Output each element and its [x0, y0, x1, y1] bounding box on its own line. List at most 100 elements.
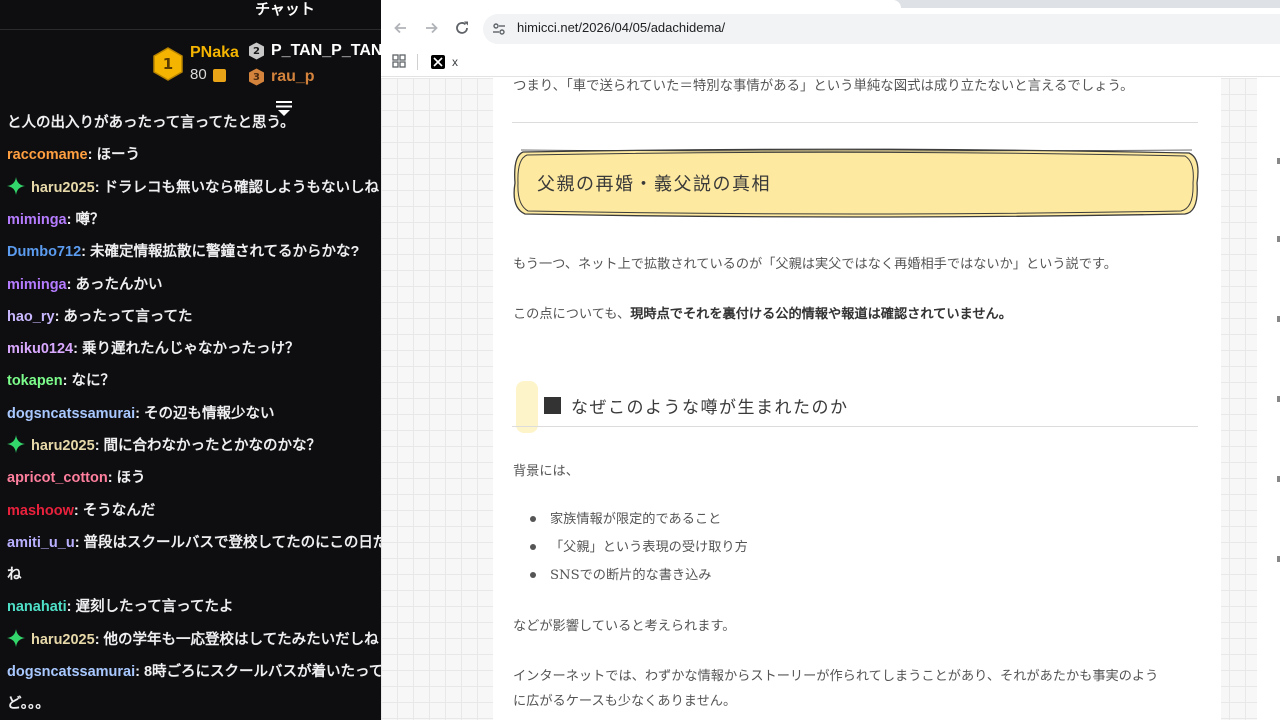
- chat-message-text: : 8時ごろにスクールバスが着いたって聞: [135, 664, 381, 680]
- chat-message: dogsncatssamurai: 8時ごろにスクールバスが着いたって聞: [7, 661, 381, 683]
- section-divider: [512, 122, 1198, 123]
- rank-3-badge-icon: 3: [248, 68, 265, 86]
- paragraph: 背景には、: [513, 464, 579, 479]
- paragraph-bold: 現時点でそれを裏付ける公的情報や報道は確認されていません。: [630, 307, 1012, 322]
- chat-message: mashoow: そうなんだ: [7, 500, 381, 522]
- leaderboard-second-name[interactable]: P_TAN_P_TAN: [271, 42, 381, 60]
- chat-message: apricot_cotton: ほう: [7, 467, 381, 489]
- rank-3-number: 3: [253, 71, 260, 83]
- chat-message-text: : 噂？: [66, 212, 105, 228]
- chat-message-text: : 遅刻したって言ってたよ: [66, 599, 234, 615]
- rank-2-number: 2: [253, 45, 260, 57]
- chat-message: tokapen: なに？: [7, 370, 381, 392]
- chat-username[interactable]: haru2025: [31, 438, 95, 454]
- page-viewport[interactable]: つまり、「車で送られていた＝特別な事情がある」という単純な図式は成り立たないと言…: [381, 78, 1280, 720]
- chat-message: nanahati: 遅刻したって言ってたよ: [7, 596, 381, 618]
- bookmarks-divider: [417, 54, 418, 70]
- chat-message-text: : ほう: [107, 470, 146, 486]
- chat-panel: チャット 1 PNaka 80 2 P_TAN_P_TAN 3 rau_p と人…: [0, 0, 381, 720]
- chat-username[interactable]: dogsncatssamurai: [7, 664, 135, 680]
- chat-message: haru2025: ドラレコも無いなら確認しようもないしね: [7, 177, 381, 199]
- address-toolbar: himicci.net/2026/04/05/adachidema/: [381, 0, 1280, 47]
- sparkle-badge-icon: [7, 435, 25, 453]
- section-heading: 父親の再婚・義父説の真相: [537, 174, 771, 195]
- chat-message: miminga: 噂？: [7, 209, 381, 231]
- article-content: つまり、「車で送られていた＝特別な事情がある」という単純な図式は成り立たないと言…: [493, 78, 1221, 720]
- paragraph-line-1: インターネットでは、わずかな情報からストーリーが作られてしまうことがあり、それが…: [513, 669, 1159, 684]
- chat-message: と人の出入りがあったって言ってたと思う。: [7, 112, 381, 134]
- leaderboard-first-score: 80: [190, 66, 207, 83]
- chat-message-text: : その辺も情報少ない: [135, 406, 275, 422]
- chat-message: haru2025: 間に合わなかったとかなのかな？: [7, 435, 381, 457]
- chat-message-text: : あったって言ってた: [54, 309, 193, 325]
- rank-2-badge-icon: 2: [248, 42, 265, 60]
- forward-arrow-icon[interactable]: [421, 18, 441, 38]
- chat-message-text: : なに？: [62, 373, 115, 389]
- x-logo-icon: [431, 55, 445, 69]
- chat-message-text: : 未確定情報拡散に警鐘されてるからかな?: [81, 244, 360, 260]
- chat-message: Dumbo712: 未確定情報拡散に警鐘されてるからかな?: [7, 241, 381, 263]
- right-sidebar-rail: [1257, 78, 1280, 720]
- chat-message: haru2025: 他の学年も一応登校はしてたみたいだしね: [7, 629, 381, 651]
- square-bullet-icon: [544, 397, 561, 414]
- url-text[interactable]: himicci.net/2026/04/05/adachidema/: [517, 20, 725, 35]
- chat-username[interactable]: apricot_cotton: [7, 470, 108, 486]
- chat-message-text: : 普段はスクールバスで登校してたのにこの日だけ: [74, 535, 381, 551]
- chat-message-text: : ドラレコも無いなら確認しようもないしね: [94, 180, 380, 196]
- chat-message-text: : 乗り遅れたんじゃなかったっけ？: [73, 341, 300, 357]
- site-info-icon[interactable]: [491, 21, 507, 37]
- chat-username[interactable]: haru2025: [31, 180, 95, 196]
- sparkle-badge-icon: [7, 629, 25, 647]
- subheading: なぜこのような噂が生まれたのか: [571, 398, 849, 418]
- list-item: 家族情報が限定的であること: [530, 508, 748, 536]
- subheading-underline: [512, 426, 1198, 427]
- chat-username[interactable]: miminga: [7, 277, 67, 293]
- chat-message: miminga: あったんかい: [7, 274, 381, 296]
- chat-message-text: ど。。。: [7, 696, 50, 712]
- bookmark-x-label: x: [452, 55, 458, 69]
- bookmarks-bar: x: [381, 47, 1280, 77]
- sparkle-badge-icon: [7, 177, 25, 195]
- chat-username[interactable]: nanahati: [7, 599, 67, 615]
- chat-username[interactable]: dogsncatssamurai: [7, 406, 135, 422]
- chat-message-text: : 他の学年も一応登校はしてたみたいだしね: [94, 632, 379, 648]
- chat-username[interactable]: haru2025: [31, 632, 95, 648]
- bookmark-x[interactable]: x: [431, 53, 458, 71]
- leaderboard-first-name[interactable]: PNaka: [190, 44, 239, 62]
- reload-icon[interactable]: [452, 18, 472, 38]
- back-arrow-icon[interactable]: [391, 18, 411, 38]
- leaderboard-third-name[interactable]: rau_p: [271, 68, 315, 86]
- chat-username[interactable]: raccomame: [7, 147, 88, 163]
- chat-username[interactable]: miminga: [7, 212, 67, 228]
- section-heading-box: 父親の再婚・義父説の真相: [513, 148, 1199, 218]
- lead-paragraph: つまり、「車で送られていた＝特別な事情がある」という単純な図式は成り立たないと言…: [513, 79, 1134, 94]
- chat-message: ね: [7, 564, 381, 586]
- rank-1-badge-icon: 1: [152, 47, 184, 81]
- chat-message-text: : 間に合わなかったとかなのかな？: [94, 438, 322, 454]
- apps-grid-icon[interactable]: [392, 54, 406, 68]
- paragraph-emphasis: この点についても、現時点でそれを裏付ける公的情報や報道は確認されていません。: [513, 303, 1012, 322]
- chat-message-text: : そうなんだ: [73, 503, 156, 519]
- list-item: SNSでの断片的な書き込み: [530, 564, 748, 592]
- list-item: 「父親」という表現の受け取り方: [530, 536, 748, 564]
- bullet-list: 家族情報が限定的であること 「父親」という表現の受け取り方 SNSでの断片的な書…: [530, 508, 748, 592]
- chat-message-text: : ほーう: [87, 147, 140, 163]
- chat-message: dogsncatssamurai: その辺も情報少ない: [7, 403, 381, 425]
- chat-username[interactable]: miku0124: [7, 341, 73, 357]
- chat-username[interactable]: amiti_u_u: [7, 535, 75, 551]
- chat-username[interactable]: Dumbo712: [7, 244, 81, 260]
- chat-username[interactable]: mashoow: [7, 503, 74, 519]
- points-coin-icon: [213, 69, 226, 82]
- rank-1-number: 1: [162, 55, 174, 73]
- paragraph: もう一つ、ネット上で拡散されているのが「父親は実父ではなく再婚相手ではないか」と…: [513, 257, 1117, 272]
- chat-message: ど。。。: [7, 693, 381, 715]
- paragraph-line-2: に広がるケースも少なくありません。: [513, 694, 737, 709]
- tab-strip: [381, 0, 1280, 8]
- chat-message-text: ね: [7, 567, 22, 583]
- chat-username[interactable]: tokapen: [7, 373, 63, 389]
- browser-window: himicci.net/2026/04/05/adachidema/ x つまり…: [381, 0, 1280, 720]
- chat-message: amiti_u_u: 普段はスクールバスで登校してたのにこの日だけ: [7, 532, 381, 554]
- chat-username[interactable]: hao_ry: [7, 309, 55, 325]
- paragraph: などが影響していると考えられます。: [513, 619, 736, 634]
- url-bar[interactable]: himicci.net/2026/04/05/adachidema/: [483, 14, 1280, 44]
